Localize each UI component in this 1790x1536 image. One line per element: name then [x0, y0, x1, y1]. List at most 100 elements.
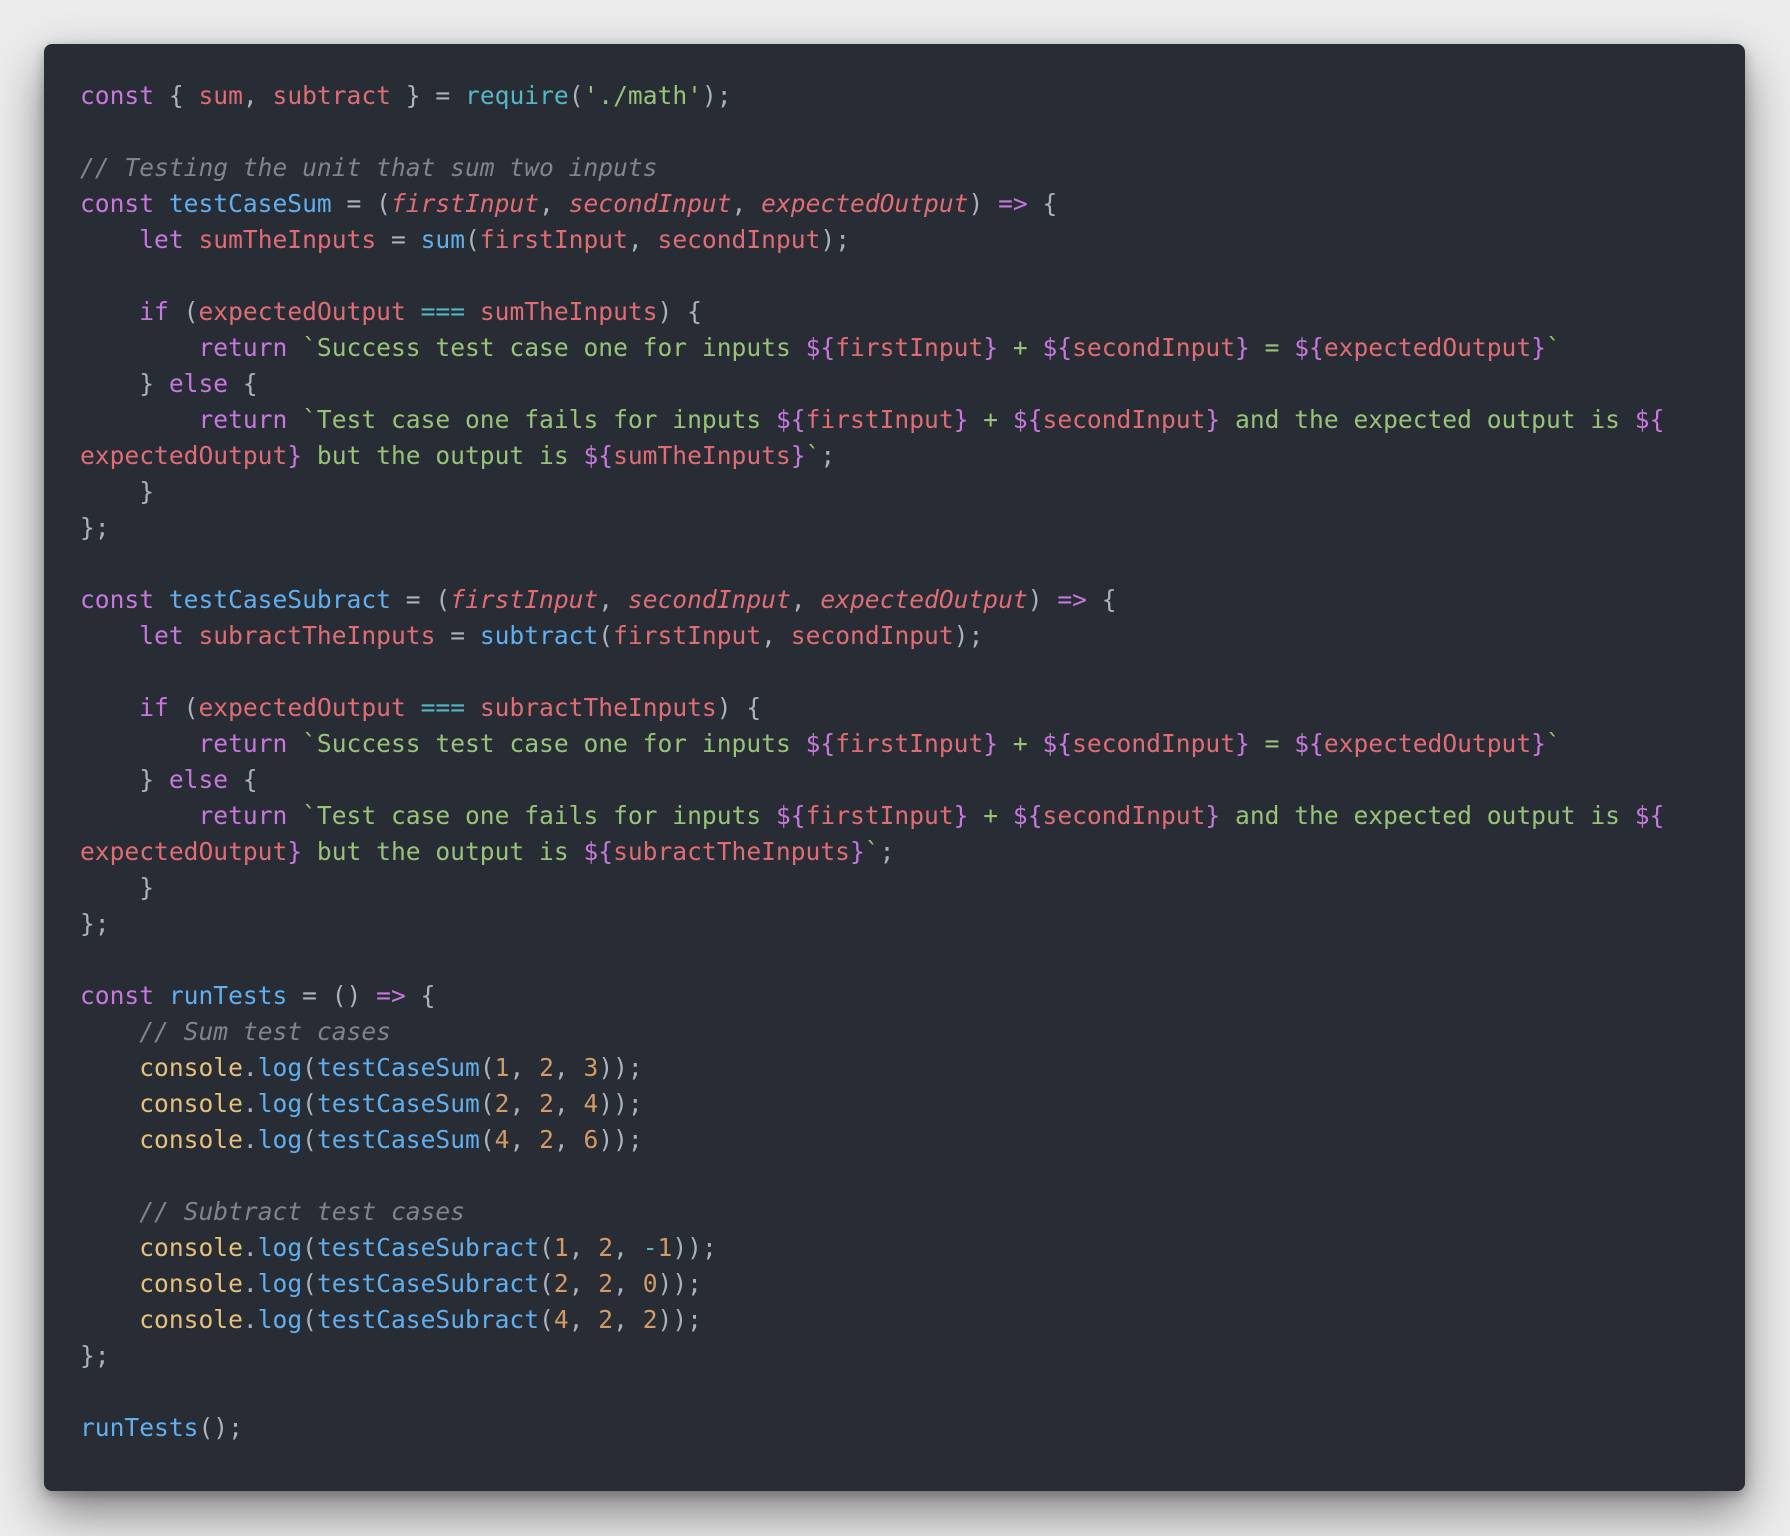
number-token: 2: [539, 1089, 554, 1118]
template-token: }: [983, 333, 999, 362]
template-token: ${: [1634, 405, 1665, 434]
punctuation-token: }: [80, 477, 155, 506]
function-token: testCaseSubract: [316, 1269, 540, 1298]
template-token: ${: [1042, 729, 1073, 758]
punctuation-token: ();: [198, 1413, 243, 1442]
function-token: testCaseSubract: [168, 585, 391, 614]
string-token: +: [968, 405, 1013, 434]
variable-token: expectedOutput: [198, 693, 406, 722]
punctuation-token: [406, 693, 421, 722]
variable-token: firstInput: [805, 405, 954, 434]
parameter-token: firstInput: [450, 585, 599, 614]
code-line: };: [80, 1338, 1664, 1374]
code-line: console.log(testCaseSubract(1, 2, -1));: [80, 1230, 1664, 1266]
punctuation-token: (: [479, 1089, 495, 1118]
keyword-token: return: [198, 405, 303, 434]
number-token: 4: [494, 1125, 510, 1154]
parameter-token: expectedOutput: [820, 585, 1028, 614]
code-line: const { sum, subtract } = require('./mat…: [80, 78, 1664, 114]
template-token: }: [1531, 333, 1546, 362]
string-token: `: [864, 837, 880, 866]
template-token: ${: [1294, 333, 1324, 362]
code-line: // Subtract test cases: [80, 1194, 1664, 1230]
variable-token: secondInput: [1072, 333, 1235, 362]
punctuation-token: .: [242, 1269, 258, 1298]
template-token: }: [849, 837, 865, 866]
punctuation-token: ) {: [657, 297, 702, 326]
code-block[interactable]: const { sum, subtract } = require('./mat…: [80, 78, 1664, 1446]
function-token: testCaseSum: [316, 1089, 480, 1118]
punctuation-token: [80, 1089, 139, 1118]
punctuation-token: (: [598, 621, 614, 650]
template-token: }: [953, 801, 969, 830]
object-token: console: [139, 1125, 243, 1154]
punctuation-token: ,: [731, 189, 762, 218]
code-line: return `Success test case one for inputs…: [80, 330, 1664, 366]
punctuation-token: (: [302, 1089, 317, 1118]
punctuation-token: [80, 405, 198, 434]
variable-token: sumTheInputs: [198, 225, 377, 254]
template-token: ${: [1012, 801, 1043, 830]
punctuation-token: ,: [613, 1269, 643, 1298]
punctuation-token: ,: [509, 1053, 540, 1082]
variable-token: subractTheInputs: [613, 837, 850, 866]
code-line: console.log(testCaseSum(4, 2, 6));: [80, 1122, 1664, 1158]
variable-token: expectedOutput: [1323, 333, 1532, 362]
punctuation-token: }: [80, 765, 169, 794]
punctuation-token: (: [479, 1125, 495, 1154]
punctuation-token: ) {: [716, 693, 762, 722]
number-token: 2: [598, 1269, 614, 1298]
punctuation-token: ,: [509, 1125, 540, 1154]
string-token: `: [805, 441, 821, 470]
keyword-token: const: [80, 585, 169, 614]
variable-token: sum: [198, 81, 243, 110]
string-token: =: [1249, 333, 1295, 362]
punctuation-token: ,: [539, 189, 569, 218]
punctuation-token: (: [479, 1053, 495, 1082]
code-line: // Sum test cases: [80, 1014, 1664, 1050]
punctuation-token: }: [80, 873, 155, 902]
variable-token: firstInput: [613, 621, 762, 650]
template-token: ${: [583, 837, 614, 866]
punctuation-token: =: [435, 621, 480, 650]
string-token: but the output is: [302, 441, 584, 470]
template-token: }: [953, 405, 969, 434]
string-token: `Test case one fails for inputs: [302, 405, 776, 434]
variable-token: secondInput: [1042, 801, 1206, 830]
punctuation-token: [80, 1017, 139, 1046]
function-token: testCaseSum: [316, 1125, 480, 1154]
punctuation-token: );: [953, 621, 984, 650]
punctuation-token: );: [701, 81, 732, 110]
punctuation-token: ;: [820, 441, 836, 470]
punctuation-token: {: [1086, 585, 1117, 614]
number-token: 1: [657, 1233, 673, 1262]
punctuation-token: [80, 333, 198, 362]
punctuation-token: ): [968, 189, 999, 218]
function-token: log: [257, 1089, 303, 1118]
code-line: let subractTheInputs = subtract(firstInp…: [80, 618, 1664, 654]
parameter-token: expectedOutput: [761, 189, 969, 218]
keyword-token: let: [139, 225, 199, 254]
code-line: const testCaseSubract = (firstInput, sec…: [80, 582, 1664, 618]
variable-token: expectedOutput: [1323, 729, 1532, 758]
code-line: console.log(testCaseSum(1, 2, 3));: [80, 1050, 1664, 1086]
punctuation-token: [80, 1233, 139, 1262]
punctuation-token: };: [80, 1341, 110, 1370]
punctuation-token: (: [302, 1233, 317, 1262]
template-token: }: [1235, 333, 1250, 362]
number-token: 0: [642, 1269, 658, 1298]
template-token: }: [1205, 801, 1221, 830]
punctuation-token: ));: [672, 1233, 717, 1262]
punctuation-token: ,: [761, 621, 791, 650]
punctuation-token: ,: [598, 585, 628, 614]
code-line: const testCaseSum = (firstInput, secondI…: [80, 186, 1664, 222]
template-token: }: [287, 441, 303, 470]
function-token: testCaseSubract: [316, 1305, 540, 1334]
template-token: ${: [805, 729, 836, 758]
code-window: const { sum, subtract } = require('./mat…: [44, 44, 1745, 1491]
template-token: }: [1205, 405, 1221, 434]
variable-token: secondInput: [790, 621, 954, 650]
